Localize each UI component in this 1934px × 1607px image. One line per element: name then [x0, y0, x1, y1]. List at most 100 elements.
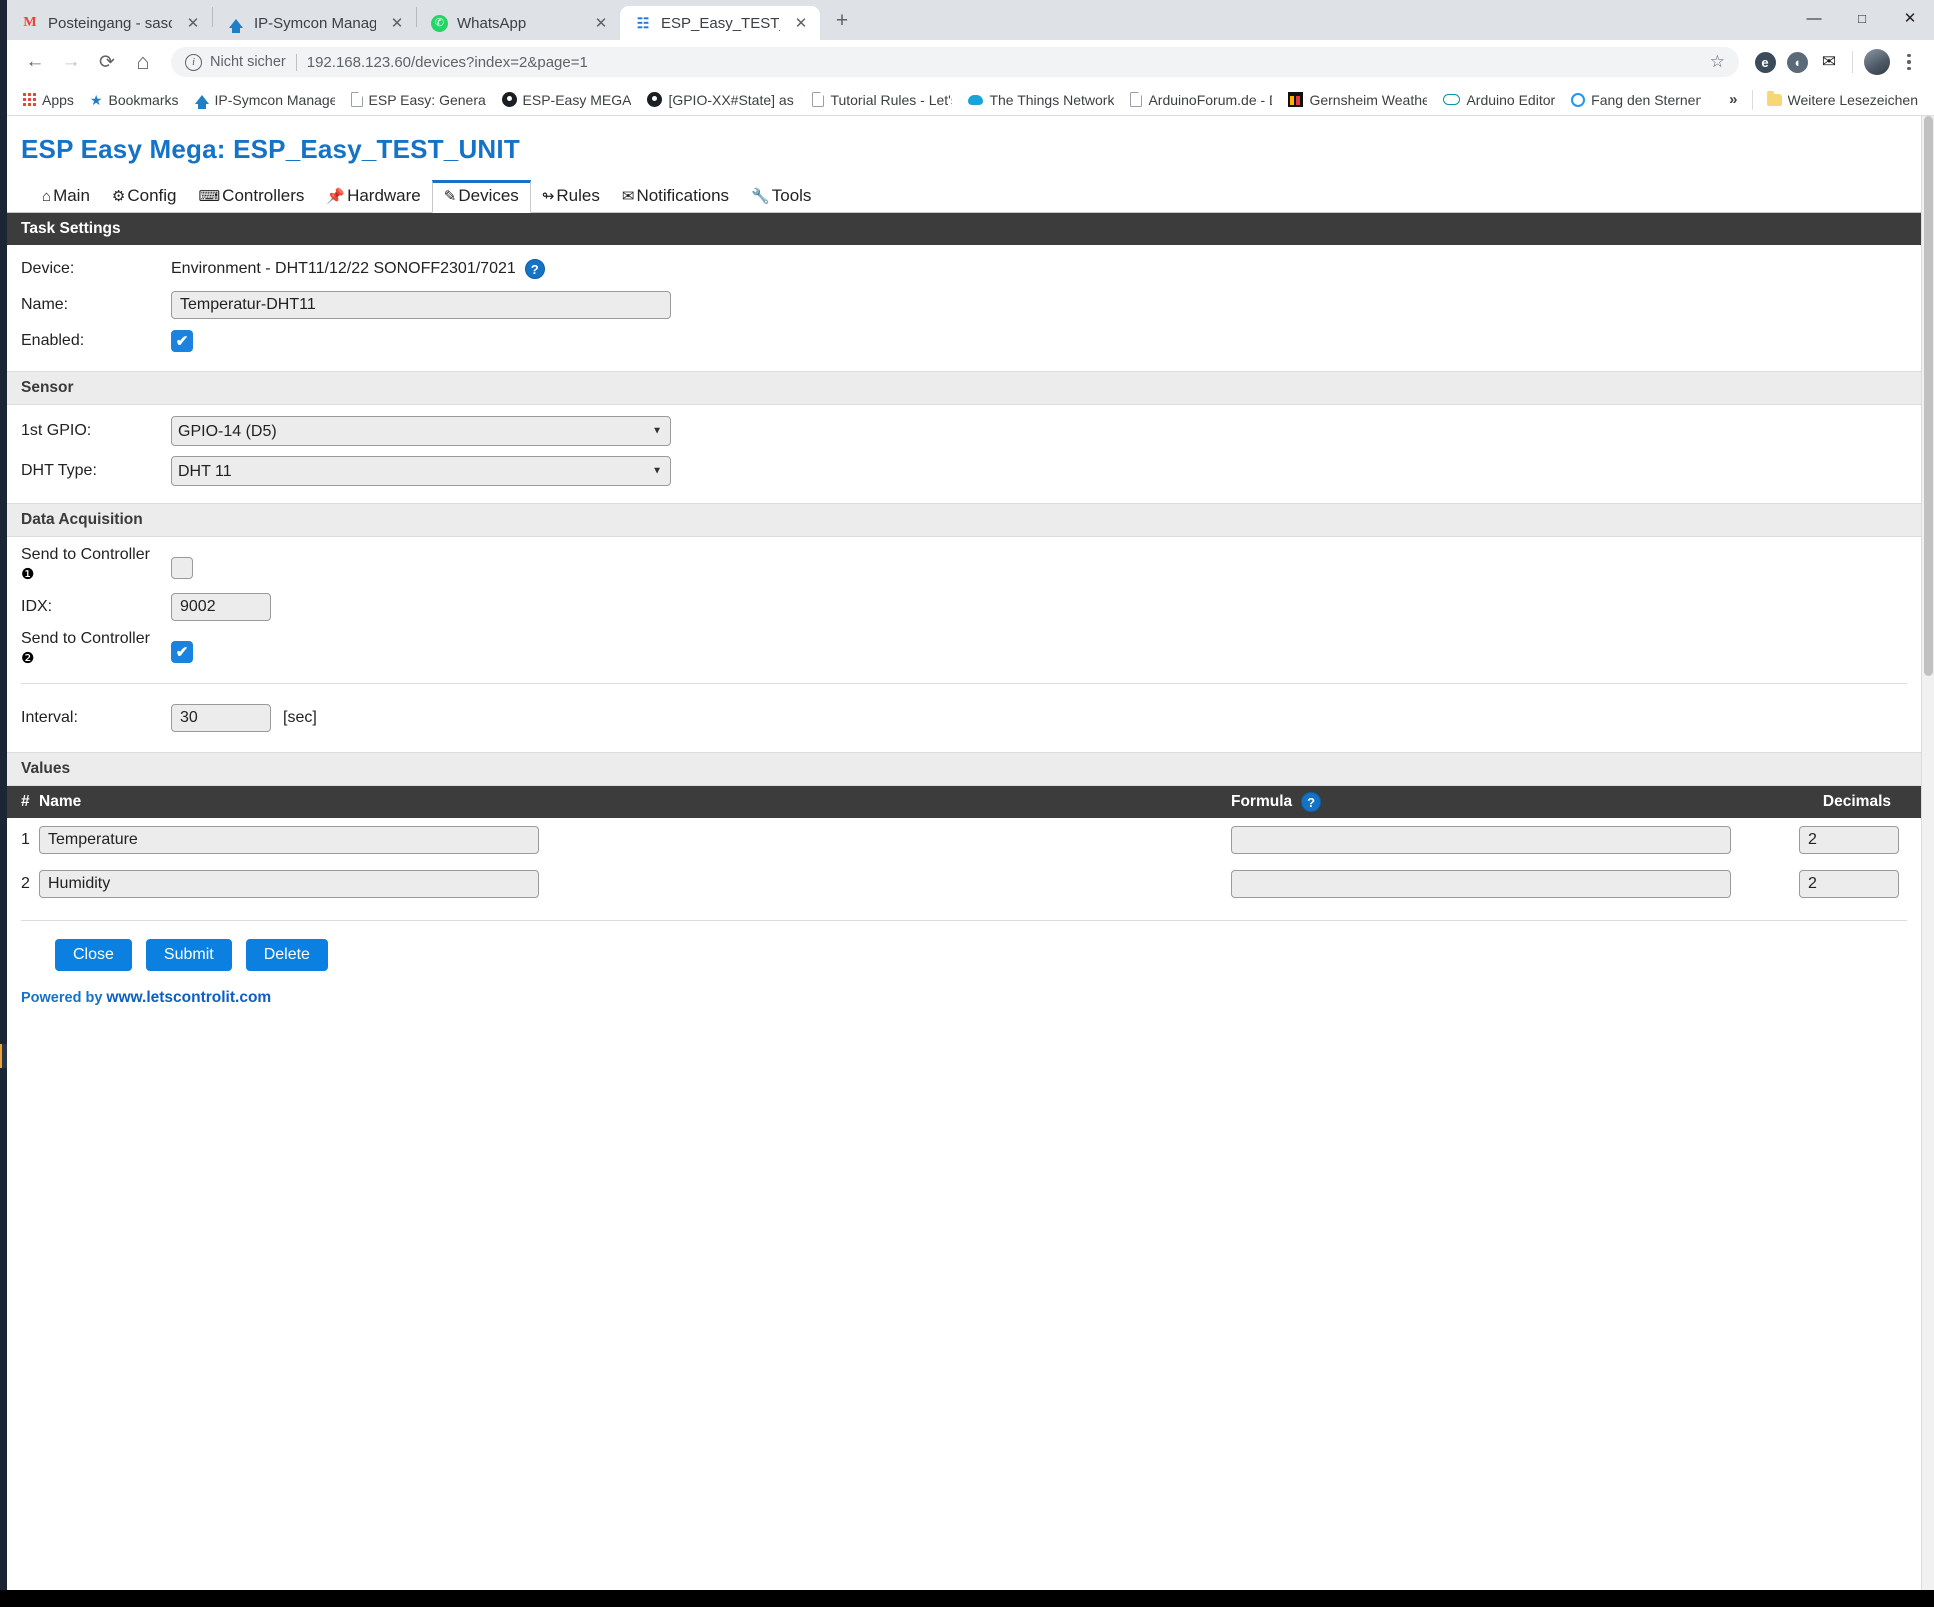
close-icon[interactable]: ✕: [182, 12, 204, 34]
browser-menu-icon[interactable]: [1894, 46, 1924, 78]
section-sensor: Sensor: [7, 371, 1921, 405]
bookmark-label: ArduinoForum.de - D: [1148, 91, 1273, 108]
nav-item-hardware[interactable]: 📌 Hardware: [315, 181, 431, 212]
footer-powered-by: Powered by www.letscontrolit.com: [7, 971, 1921, 1007]
toolbar-divider: [1852, 51, 1853, 73]
forward-icon[interactable]: →: [53, 44, 89, 80]
nav-item-main[interactable]: ⌂ Main: [31, 181, 101, 212]
nav-item-rules[interactable]: ↬ Rules: [531, 181, 611, 212]
idx-label: IDX:: [21, 598, 53, 615]
address-bar[interactable]: i Nicht sicher 192.168.123.60/devices?in…: [171, 47, 1739, 77]
bookmark-label: Bookmarks: [108, 91, 179, 108]
value-name-input[interactable]: [39, 826, 539, 854]
extension-icon-1[interactable]: e: [1749, 46, 1781, 78]
column-header-number: #: [21, 793, 30, 810]
browser-toolbar: ← → ⟳ ⌂ i Nicht sicher 192.168.123.60/de…: [7, 40, 1934, 84]
ipsymcon-icon: [227, 14, 245, 33]
close-window-button[interactable]: ✕: [1886, 0, 1934, 36]
device-label: Device:: [21, 260, 75, 277]
nav-item-controllers[interactable]: ⌨ Controllers: [188, 181, 316, 212]
bookmark-esp-easy-mega[interactable]: ESP-Easy MEGA: [494, 87, 640, 113]
nav-item-notifications[interactable]: ✉ Notifications: [611, 181, 740, 212]
taskbar-icon-sliver[interactable]: [0, 1044, 7, 1068]
row-send-to-controller-1: Send to Controller ❶: [7, 545, 1921, 585]
home-icon[interactable]: ⌂: [125, 44, 161, 80]
nav-item-tools[interactable]: 🔧 Tools: [740, 181, 822, 212]
gpio-select[interactable]: GPIO-14 (D5): [171, 416, 671, 446]
mail-icon[interactable]: ✉: [1813, 46, 1845, 78]
scrollbar-thumb[interactable]: [1924, 116, 1933, 676]
dht-type-select[interactable]: DHT 11: [171, 456, 671, 486]
delete-button[interactable]: Delete: [245, 939, 328, 971]
value-name-input[interactable]: [39, 870, 539, 898]
value-formula-input[interactable]: [1231, 870, 1731, 898]
bookmarks-overflow-icon[interactable]: »: [1721, 91, 1745, 108]
close-icon[interactable]: ✕: [590, 12, 612, 34]
button-bar: Close Submit Delete: [7, 921, 1921, 971]
reload-icon[interactable]: ⟳: [89, 44, 125, 80]
github-icon: [647, 92, 663, 107]
close-button[interactable]: Close: [55, 939, 132, 971]
avatar[interactable]: [1864, 49, 1890, 75]
close-icon[interactable]: ✕: [386, 12, 408, 34]
interval-label: Interval:: [21, 709, 78, 726]
chat-icon: ⌨: [198, 187, 221, 205]
bookmark-tutorial-rules[interactable]: Tutorial Rules - Let's: [804, 87, 960, 113]
browser-tab-title: ESP_Easy_TEST_UNIT: [661, 14, 780, 32]
name-input[interactable]: [171, 291, 671, 319]
vertical-scrollbar[interactable]: [1921, 116, 1934, 1590]
bookmark-label: [GPIO-XX#State] as e: [668, 91, 797, 108]
help-icon[interactable]: ?: [1301, 792, 1322, 812]
interval-input[interactable]: [171, 704, 271, 732]
maximize-button[interactable]: □: [1838, 0, 1886, 36]
nav-label: Controllers: [222, 186, 305, 205]
bookmark-arduino-editor[interactable]: Arduino Editor: [1435, 87, 1563, 113]
bookmark-gernsheim-weather[interactable]: Gernsheim Weather: [1280, 87, 1435, 113]
bookmark-arduinoforum[interactable]: ArduinoForum.de - D: [1122, 87, 1280, 113]
github-icon: [501, 92, 517, 107]
value-formula-input[interactable]: [1231, 826, 1731, 854]
send-to-controller-2-checkbox[interactable]: [171, 641, 193, 663]
minimize-button[interactable]: —: [1790, 0, 1838, 36]
bookmark-apps[interactable]: Apps: [15, 87, 82, 113]
nav-label: Main: [53, 186, 90, 205]
new-tab-button[interactable]: +: [826, 5, 858, 37]
bookmark-folder-more[interactable]: Weitere Lesezeichen: [1759, 87, 1926, 113]
star-icon: ★: [89, 91, 103, 108]
bookmark-ip-symcon[interactable]: IP-Symcon Managem: [187, 87, 343, 113]
browser-tab-1[interactable]: M Posteingang - saschagma@goog ✕: [7, 6, 212, 40]
wrench-icon: 🔧: [751, 187, 770, 205]
bookmark-bookmarks[interactable]: ★ Bookmarks: [82, 87, 187, 113]
bookmark-gpio-state[interactable]: [GPIO-XX#State] as e: [639, 87, 804, 113]
close-icon[interactable]: ✕: [790, 12, 812, 34]
back-icon[interactable]: ←: [17, 44, 53, 80]
letscontrolit-link[interactable]: www.letscontrolit.com: [106, 989, 271, 1006]
enabled-checkbox[interactable]: [171, 330, 193, 352]
controller-1-badge: ❶: [21, 566, 35, 583]
info-icon[interactable]: i: [185, 53, 202, 71]
browser-tab-4-active[interactable]: ☷ ESP_Easy_TEST_UNIT ✕: [620, 6, 820, 40]
controller-2-badge: ❷: [21, 650, 35, 667]
window-controls: — □ ✕: [1790, 0, 1934, 36]
bookmark-label: Arduino Editor: [1466, 91, 1556, 108]
apps-grid-icon: [23, 93, 36, 106]
browser-tab-2[interactable]: IP-Symcon Management Console ✕: [213, 6, 416, 40]
table-row: 1: [7, 818, 1921, 862]
screen-bottom-edge: [0, 1590, 1934, 1607]
value-decimals-input[interactable]: [1799, 826, 1899, 854]
submit-button[interactable]: Submit: [145, 939, 232, 971]
bookmark-fang-den-sternenhimmel[interactable]: Fang den Sternenhim: [1563, 87, 1709, 113]
bookmark-esp-easy-general[interactable]: ESP Easy: General Dis: [343, 87, 494, 113]
value-decimals-input[interactable]: [1799, 870, 1899, 898]
nav-item-devices[interactable]: ✎ Devices: [431, 180, 531, 213]
send-to-controller-1-checkbox[interactable]: [171, 557, 193, 579]
help-icon[interactable]: ?: [524, 259, 545, 279]
bookmark-things-network[interactable]: The Things Network: [960, 87, 1122, 113]
document-icon: [812, 91, 825, 107]
extension-icon-2[interactable]: ◖: [1781, 46, 1813, 78]
circle-icon: [1571, 92, 1586, 107]
browser-tab-3[interactable]: ✆ WhatsApp ✕: [417, 6, 620, 40]
idx-input[interactable]: [171, 593, 271, 621]
bookmark-star-icon[interactable]: ☆: [1710, 52, 1725, 72]
nav-item-config[interactable]: ⚙ Config: [101, 181, 188, 212]
